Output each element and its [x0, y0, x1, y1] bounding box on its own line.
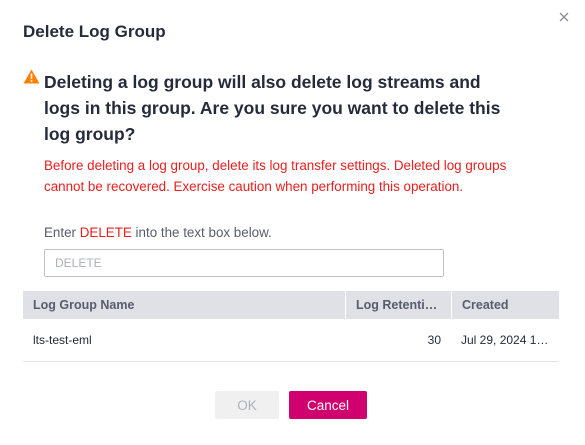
dialog-title: Delete Log Group — [23, 22, 166, 41]
delete-confirmation-question: Deleting a log group will also delete lo… — [44, 72, 501, 144]
ok-button[interactable]: OK — [215, 391, 279, 419]
close-icon[interactable] — [556, 9, 572, 25]
cell-created: Jul 29, 2024 10:15:42 GMT+08:00 — [461, 333, 559, 347]
delete-log-group-dialog: Delete Log Group Deleting a log group wi… — [0, 0, 585, 445]
column-header-created[interactable]: Created — [451, 291, 559, 319]
cancel-button[interactable]: Cancel — [289, 391, 367, 419]
confirm-hint-prefix: Enter — [44, 225, 80, 240]
confirm-keyword: DELETE — [79, 225, 132, 240]
cell-log-group-name: lts-test-eml — [33, 333, 92, 347]
table-row: lts-test-eml 30 Jul 29, 2024 10:15:42 GM… — [23, 319, 559, 362]
warning-triangle-icon — [23, 69, 40, 84]
delete-warning-detail: Before deleting a log group, delete its … — [44, 158, 507, 194]
confirm-hint: Enter DELETE into the text box below. — [44, 225, 272, 240]
log-group-table: Log Group Name Log Retention (Days) Crea… — [23, 291, 559, 362]
table-header: Log Group Name Log Retention (Days) Crea… — [23, 291, 559, 319]
column-header-retention[interactable]: Log Retention (Days) — [345, 291, 451, 319]
column-header-name[interactable]: Log Group Name — [23, 291, 345, 319]
confirm-delete-input[interactable] — [44, 249, 444, 277]
confirm-hint-suffix: into the text box below. — [131, 225, 272, 240]
cell-retention: 30 — [427, 333, 441, 347]
